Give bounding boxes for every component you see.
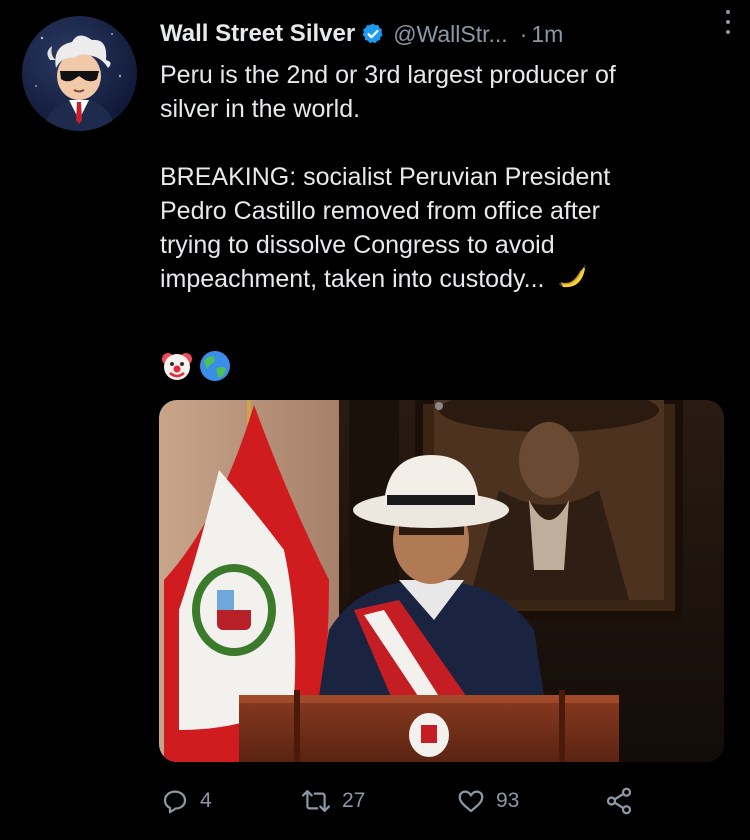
tweet-text-line: Pedro Castillo removed from office after	[160, 197, 601, 225]
photo-illustration	[159, 400, 724, 762]
separator-dot: ·	[519, 20, 528, 47]
tweet-text-line: trying to dissolve Congress to avoid	[160, 231, 555, 259]
avatar-illustration	[35, 33, 122, 131]
emoji-row	[160, 349, 232, 388]
retweet-icon	[301, 790, 331, 812]
verified-badge-icon	[361, 22, 385, 46]
tweet-media-photo[interactable]	[159, 400, 724, 762]
tweet-timestamp[interactable]: 1m	[531, 21, 563, 48]
like-icon	[458, 790, 484, 813]
globe-emoji-icon	[198, 349, 232, 388]
tweet-header: Wall Street Silver @WallStr... · 1m	[160, 14, 730, 54]
author-name[interactable]: Wall Street Silver	[160, 20, 355, 48]
tweet-text-line: impeachment, taken into custody...	[160, 265, 545, 293]
tweet-action-bar: 4 27 93	[160, 786, 640, 822]
tweet-text-line: Peru is the 2nd or 3rd largest producer …	[160, 61, 616, 89]
like-count: 93	[496, 789, 520, 812]
author-handle[interactable]: @WallStr...	[393, 21, 508, 48]
clown-face-emoji-icon	[160, 349, 194, 388]
reply-count: 4	[200, 789, 212, 812]
retweet-button[interactable]: 27	[300, 786, 365, 816]
retweet-count: 27	[342, 789, 366, 812]
tweet-text: Peru is the 2nd or 3rd largest producer …	[160, 58, 730, 300]
tweet-text-line: BREAKING: socialist Peruvian President	[160, 163, 611, 191]
share-icon	[606, 787, 632, 815]
banana-emoji-icon	[557, 263, 587, 300]
author-avatar[interactable]	[22, 16, 137, 131]
more-options-icon[interactable]	[716, 8, 740, 36]
share-button[interactable]	[604, 786, 634, 816]
reply-button[interactable]: 4	[160, 786, 212, 816]
reply-icon	[163, 790, 187, 814]
like-button[interactable]: 93	[456, 786, 519, 816]
tweet-text-line: silver in the world.	[160, 95, 361, 123]
